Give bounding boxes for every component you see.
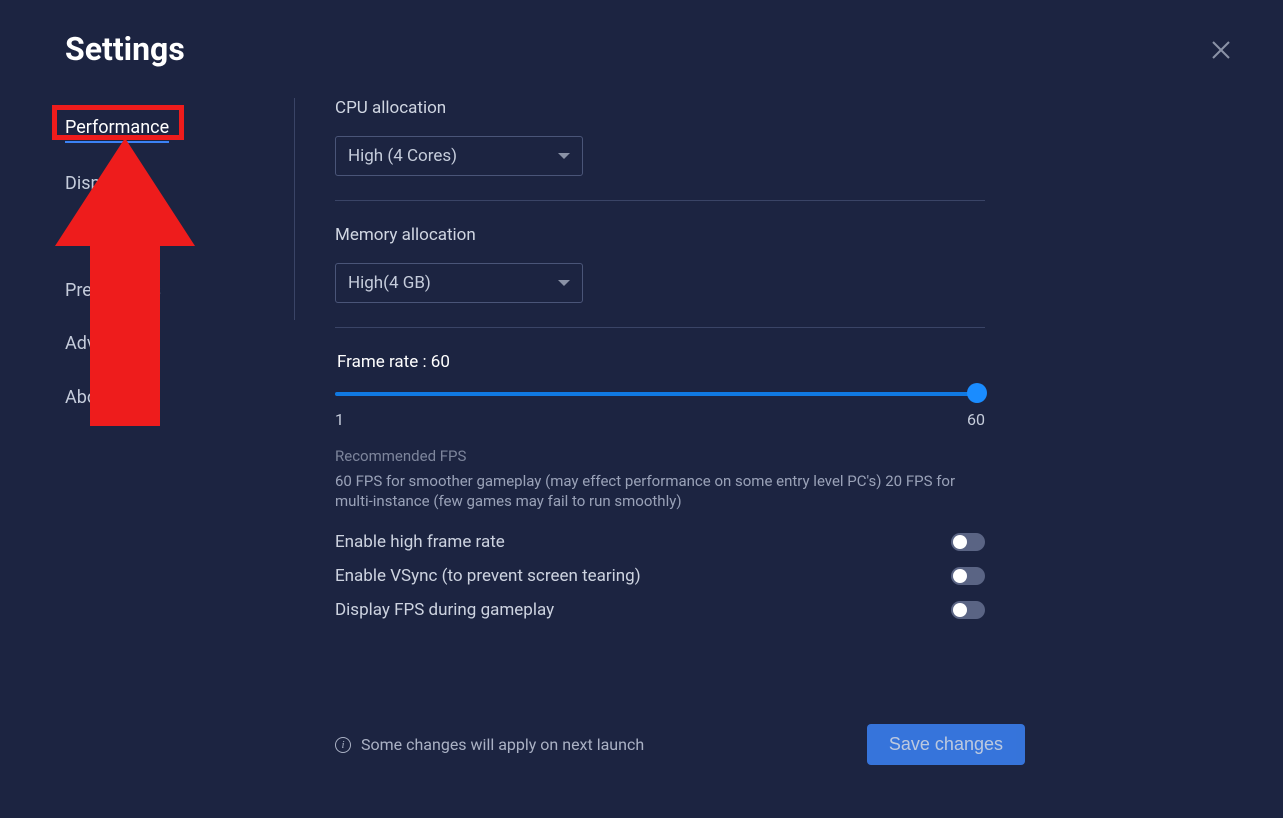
page-title: Settings bbox=[65, 30, 1223, 68]
slider-min: 1 bbox=[335, 410, 344, 429]
cpu-allocation-select[interactable]: High (4 Cores) bbox=[335, 136, 583, 176]
memory-allocation-label: Memory allocation bbox=[335, 225, 985, 245]
display-fps-label: Display FPS during gameplay bbox=[335, 600, 554, 620]
enable-high-frame-label: Enable high frame rate bbox=[335, 532, 505, 552]
chevron-down-icon bbox=[558, 280, 570, 286]
enable-vsync-toggle[interactable] bbox=[951, 567, 985, 585]
sidebar-item-advanced[interactable]: Advanced bbox=[65, 324, 144, 364]
recommended-fps-body: 60 FPS for smoother gameplay (may effect… bbox=[335, 471, 985, 512]
sidebar-item-graphics[interactable]: Graphics bbox=[65, 217, 136, 257]
recommended-fps-title: Recommended FPS bbox=[335, 447, 985, 465]
footer-note: i Some changes will apply on next launch bbox=[335, 735, 644, 754]
close-icon bbox=[1209, 38, 1233, 62]
sidebar-item-display[interactable]: Display bbox=[65, 164, 123, 204]
slider-thumb[interactable] bbox=[967, 383, 987, 403]
slider-max: 60 bbox=[967, 410, 985, 429]
sidebar-item-preferences[interactable]: Preferences bbox=[65, 271, 161, 311]
enable-high-frame-toggle[interactable] bbox=[951, 533, 985, 551]
sidebar: Performance Display Graphics Preferences… bbox=[65, 98, 295, 320]
info-icon: i bbox=[335, 737, 351, 753]
close-button[interactable] bbox=[1209, 38, 1233, 62]
chevron-down-icon bbox=[558, 153, 570, 159]
enable-vsync-label: Enable VSync (to prevent screen tearing) bbox=[335, 566, 641, 586]
save-changes-button[interactable]: Save changes bbox=[867, 724, 1025, 765]
memory-allocation-select[interactable]: High(4 GB) bbox=[335, 263, 583, 303]
cpu-allocation-value: High (4 Cores) bbox=[348, 146, 457, 166]
frame-rate-slider[interactable] bbox=[335, 384, 985, 404]
frame-rate-label: Frame rate : 60 bbox=[337, 352, 985, 372]
cpu-allocation-label: CPU allocation bbox=[335, 98, 985, 118]
memory-allocation-value: High(4 GB) bbox=[348, 273, 431, 293]
slider-track bbox=[335, 392, 985, 396]
footer-note-text: Some changes will apply on next launch bbox=[361, 735, 644, 754]
display-fps-toggle[interactable] bbox=[951, 601, 985, 619]
content-panel: CPU allocation High (4 Cores) Memory all… bbox=[295, 98, 1223, 768]
sidebar-item-about[interactable]: About bbox=[65, 378, 113, 418]
sidebar-item-performance[interactable]: Performance bbox=[65, 108, 169, 143]
